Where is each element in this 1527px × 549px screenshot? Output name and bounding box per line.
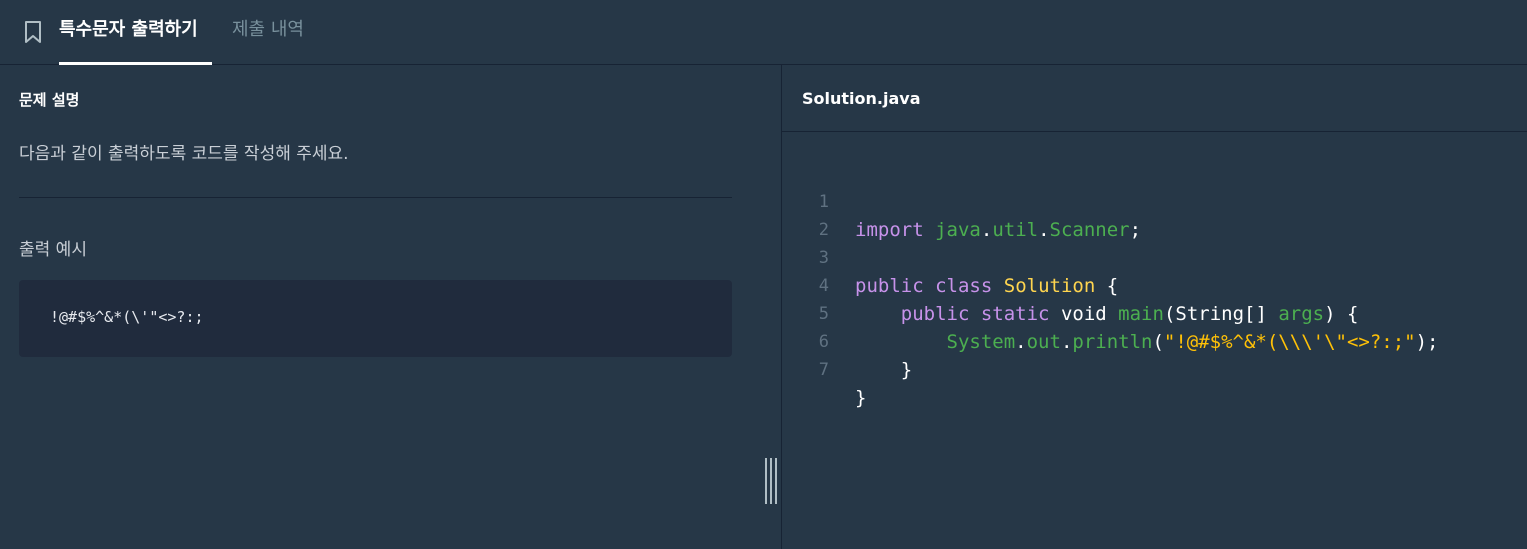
example-output-text: !@#$%^&*(\'"<>?:; xyxy=(50,308,204,326)
bookmark-icon[interactable] xyxy=(23,20,43,44)
code-line: 2 xyxy=(782,188,1527,240)
problem-description: 다음과 같이 출력하도록 코드를 작성해 주세요. xyxy=(19,144,349,164)
code-line: 3 public class Solution { xyxy=(782,216,1527,297)
file-tab-solution-java[interactable]: Solution.java xyxy=(802,89,921,108)
top-bar: 특수문자 출력하기 제출 내역 xyxy=(0,0,1527,65)
example-title: 출력 예시 xyxy=(19,240,87,260)
file-tab-bar: Solution.java xyxy=(782,65,1527,132)
problem-section-title: 문제 설명 xyxy=(19,91,80,109)
tab-submissions[interactable]: 제출 내역 xyxy=(232,18,304,42)
panel-resize-handle[interactable] xyxy=(765,458,777,504)
code-line: 5 System.out.println("!@#$%^&*(\\\'\"<>?… xyxy=(782,272,1527,353)
code-line: 4 public static void main(String[] args)… xyxy=(782,244,1527,325)
code-line: 7 } xyxy=(782,328,1527,409)
editor-panel: Solution.java 1 import java.util.Scanner… xyxy=(782,65,1527,549)
example-output-box: !@#$%^&*(\'"<>?:; xyxy=(19,280,732,357)
code-line: 6 } xyxy=(782,300,1527,381)
code-line: 1 import java.util.Scanner; xyxy=(782,160,1527,241)
divider xyxy=(19,197,732,198)
problem-panel: 문제 설명 다음과 같이 출력하도록 코드를 작성해 주세요. 출력 예시 !@… xyxy=(0,65,781,549)
tab-problem[interactable]: 특수문자 출력하기 xyxy=(59,18,198,42)
line-number: 7 xyxy=(818,360,829,380)
